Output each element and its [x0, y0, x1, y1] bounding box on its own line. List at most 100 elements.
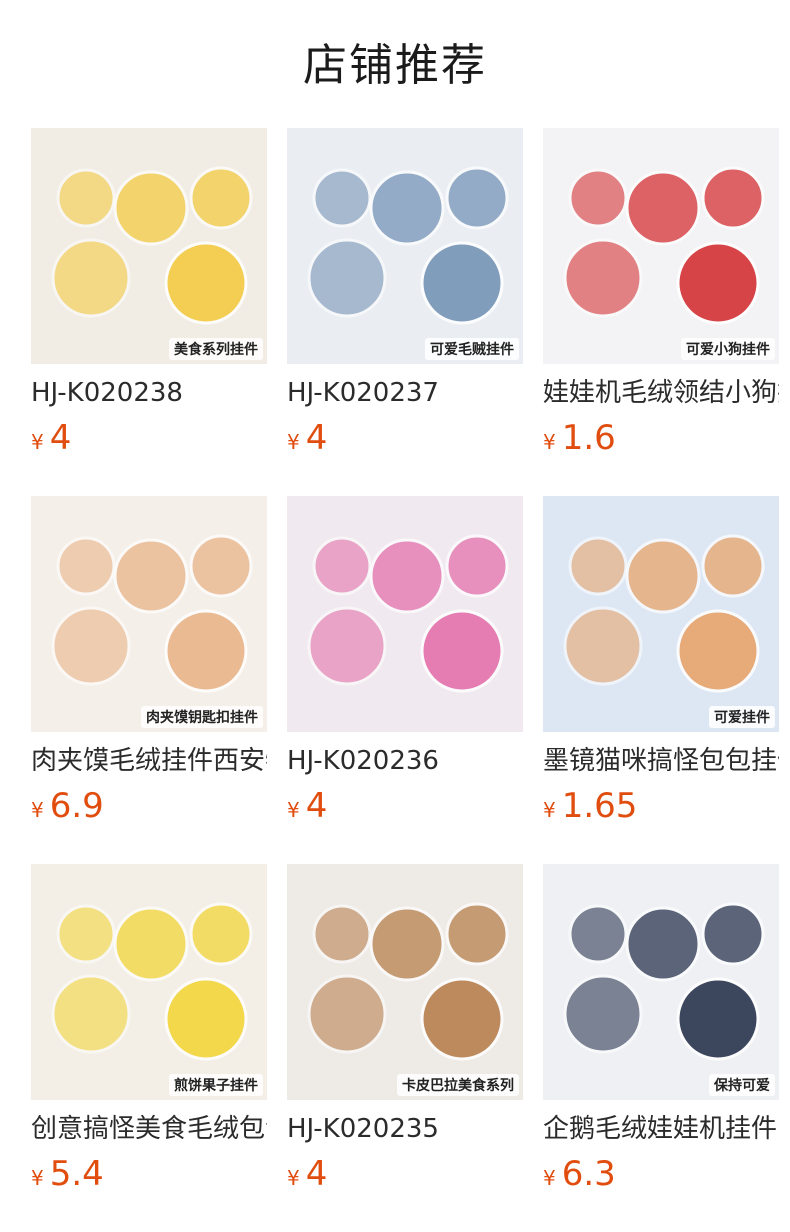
image-tag: 美食系列挂件 [169, 338, 263, 360]
plush-4 [568, 168, 628, 228]
currency-symbol: ¥ [287, 430, 300, 454]
currency-symbol: ¥ [543, 1166, 556, 1190]
currency-symbol: ¥ [543, 798, 556, 822]
plush-2 [113, 906, 189, 982]
plush-3 [420, 977, 504, 1061]
currency-symbol: ¥ [31, 1166, 44, 1190]
plush-5 [445, 534, 509, 598]
plush-3 [676, 977, 760, 1061]
plush-5 [445, 902, 509, 966]
product-image[interactable]: 美食系列挂件 [31, 128, 267, 364]
product-name[interactable]: 娃娃机毛绒领结小狗挂件 [543, 376, 779, 410]
price-value: 1.65 [561, 786, 638, 826]
plush-2 [113, 538, 189, 614]
plush-1 [307, 238, 387, 318]
plush-2 [625, 538, 701, 614]
image-tag: 可爱挂件 [709, 706, 775, 728]
price-value: 5.4 [49, 1154, 104, 1194]
plush-5 [701, 534, 765, 598]
product-name[interactable]: 企鹅毛绒娃娃机挂件 [543, 1112, 779, 1146]
plush-3 [164, 609, 248, 693]
plush-1 [563, 238, 643, 318]
price-value: 6.9 [49, 786, 104, 826]
thumb-bg [287, 128, 523, 364]
currency-symbol: ¥ [287, 798, 300, 822]
product-price: ¥1.6 [543, 418, 616, 458]
plush-5 [701, 166, 765, 230]
image-tag: 肉夹馍钥匙扣挂件 [141, 706, 263, 728]
product-price: ¥1.65 [543, 786, 637, 826]
plush-3 [676, 241, 760, 325]
image-tag: 煎饼果子挂件 [169, 1074, 263, 1096]
plush-5 [189, 166, 253, 230]
product-price: ¥6.3 [543, 1154, 616, 1194]
product-price: ¥4 [31, 418, 71, 458]
product-price: ¥4 [287, 1154, 327, 1194]
product-name[interactable]: 墨镜猫咪搞怪包包挂件 [543, 744, 779, 778]
price-value: 4 [305, 418, 328, 458]
plush-3 [420, 241, 504, 325]
price-value: 6.3 [561, 1154, 616, 1194]
product-name[interactable]: HJ-K020235 [287, 1112, 523, 1146]
plush-2 [625, 906, 701, 982]
product-image[interactable]: 保持可爱 [543, 864, 779, 1100]
thumb-bg [287, 864, 523, 1100]
product-price: ¥5.4 [31, 1154, 104, 1194]
currency-symbol: ¥ [287, 1166, 300, 1190]
product-image[interactable] [287, 496, 523, 732]
plush-3 [164, 241, 248, 325]
plush-4 [312, 904, 372, 964]
plush-2 [369, 170, 445, 246]
product-name[interactable]: HJ-K020237 [287, 376, 523, 410]
image-tag: 可爱毛贼挂件 [425, 338, 519, 360]
product-name[interactable]: 创意搞怪美食毛绒包包挂件 [31, 1112, 267, 1146]
product-image[interactable]: 煎饼果子挂件 [31, 864, 267, 1100]
plush-5 [189, 534, 253, 598]
plush-2 [113, 170, 189, 246]
currency-symbol: ¥ [31, 798, 44, 822]
product-price: ¥4 [287, 418, 327, 458]
currency-symbol: ¥ [543, 430, 556, 454]
product-price: ¥6.9 [31, 786, 104, 826]
product-image[interactable]: 可爱小狗挂件 [543, 128, 779, 364]
product-name[interactable]: HJ-K020236 [287, 744, 523, 778]
price-value: 4 [305, 786, 328, 826]
plush-4 [568, 536, 628, 596]
product-image[interactable]: 可爱挂件 [543, 496, 779, 732]
thumb-bg [31, 864, 267, 1100]
image-tag: 可爱小狗挂件 [681, 338, 775, 360]
currency-symbol: ¥ [31, 430, 44, 454]
product-name[interactable]: HJ-K020238 [31, 376, 267, 410]
thumb-bg [543, 496, 779, 732]
thumb-bg [31, 128, 267, 364]
plush-2 [369, 906, 445, 982]
thumb-bg [543, 128, 779, 364]
plush-3 [676, 609, 760, 693]
image-tag: 卡皮巴拉美食系列 [397, 1074, 519, 1096]
plush-1 [307, 974, 387, 1054]
plush-5 [189, 902, 253, 966]
price-value: 4 [49, 418, 72, 458]
thumb-bg [543, 864, 779, 1100]
plush-4 [568, 904, 628, 964]
thumb-bg [31, 496, 267, 732]
product-image[interactable]: 肉夹馍钥匙扣挂件 [31, 496, 267, 732]
product-image[interactable]: 可爱毛贼挂件 [287, 128, 523, 364]
plush-1 [563, 606, 643, 686]
product-price: ¥4 [287, 786, 327, 826]
image-tag: 保持可爱 [709, 1074, 775, 1096]
plush-5 [445, 166, 509, 230]
plush-1 [51, 238, 131, 318]
plush-4 [312, 536, 372, 596]
plush-3 [420, 609, 504, 693]
plush-1 [563, 974, 643, 1054]
product-image[interactable]: 卡皮巴拉美食系列 [287, 864, 523, 1100]
plush-4 [56, 168, 116, 228]
plush-1 [307, 606, 387, 686]
price-value: 1.6 [561, 418, 616, 458]
product-name[interactable]: 肉夹馍毛绒挂件西安特色 [31, 744, 267, 778]
plush-4 [312, 168, 372, 228]
page-title: 店铺推荐 [303, 40, 487, 91]
price-value: 4 [305, 1154, 328, 1194]
plush-5 [701, 902, 765, 966]
